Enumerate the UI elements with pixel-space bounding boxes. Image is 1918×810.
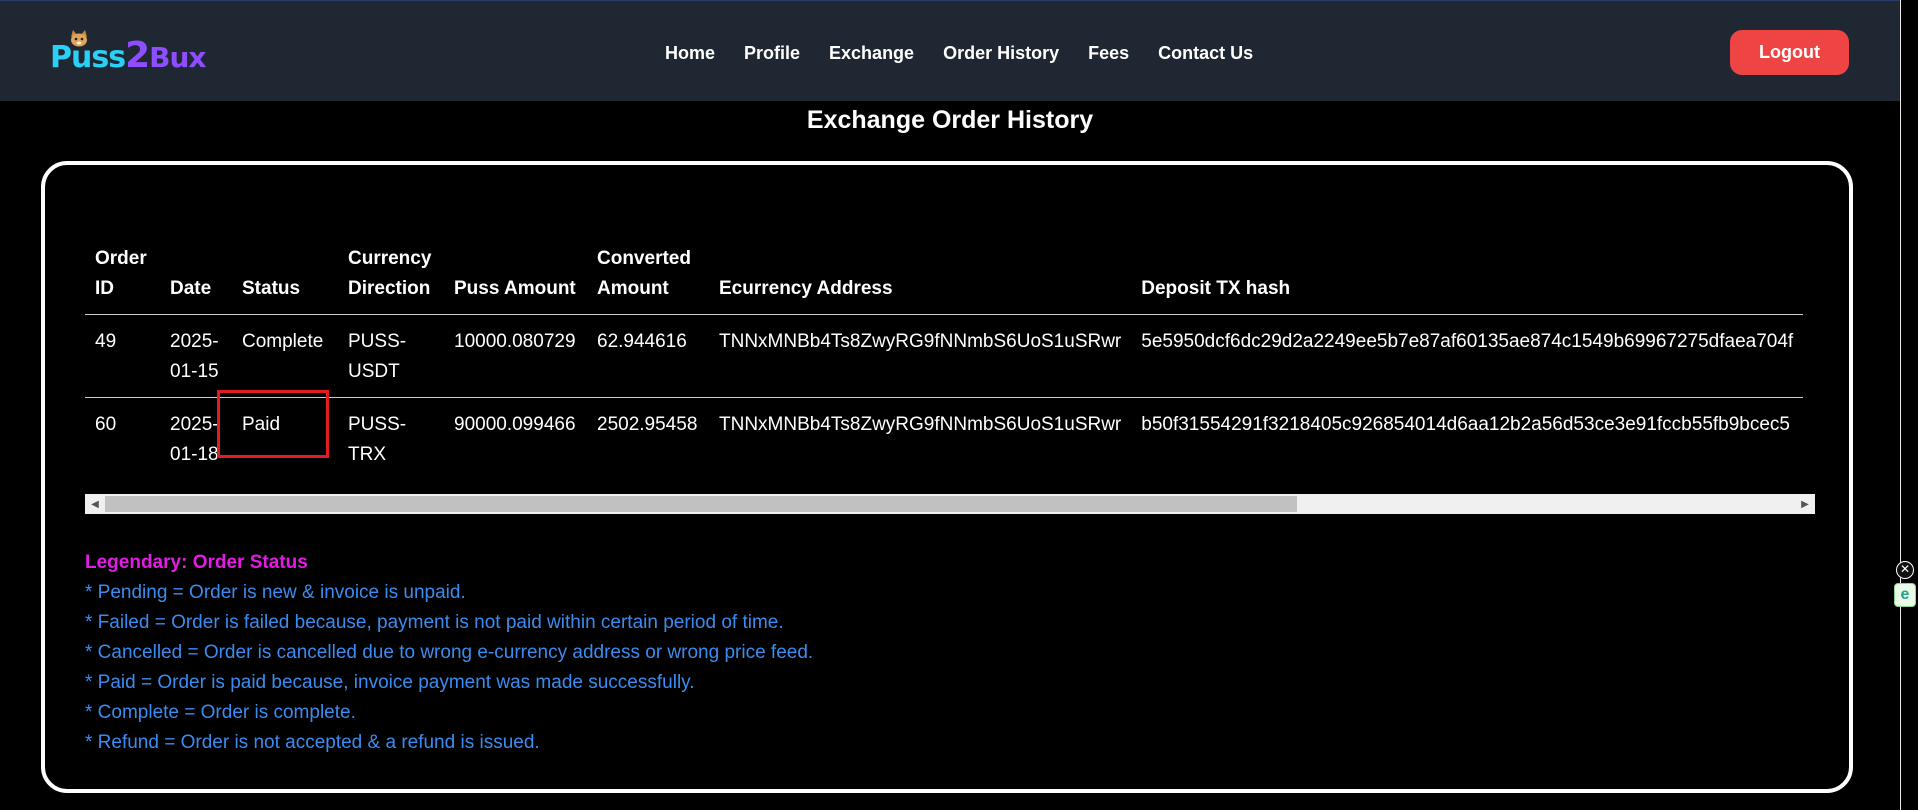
cell-puss-amount: 90000.099466 [444, 397, 587, 474]
order-history-table: Order ID Date Status Currency Direction … [85, 240, 1804, 474]
nav-link-fees[interactable]: Fees [1088, 43, 1129, 64]
header-ecurrency-address: Ecurrency Address [709, 240, 1132, 315]
side-widget: ✕ e [1890, 556, 1918, 612]
legend-item-complete: * Complete = Order is complete. [85, 702, 356, 723]
legend-item-failed: * Failed = Order is failed because, paym… [85, 612, 784, 633]
cell-ecurrency-address: TNNxMNBb4Ts8ZwyRG9fNNmbS6UoS1uSRwr [709, 397, 1132, 474]
cell-status: Paid [232, 397, 338, 474]
close-icon[interactable]: ✕ [1896, 561, 1914, 579]
order-table-container: Order ID Date Status Currency Direction … [85, 240, 1815, 474]
order-status-legend: Legendary: Order Status * Pending = Orde… [85, 548, 813, 758]
cell-converted-amount: 2502.95458 [587, 397, 709, 474]
navbar: Puss2Bux Home Profile Exchange Order His… [0, 0, 1900, 101]
table-row: 60 2025-01-18 Paid PUSS-TRX 90000.099466… [85, 397, 1804, 474]
header-deposit-tx-hash: Deposit TX hash [1131, 240, 1804, 315]
page-title: Exchange Order History [806, 106, 1094, 134]
header-order-id: Order ID [85, 240, 160, 315]
table-row: 49 2025-01-15 Complete PUSS-USDT 10000.0… [85, 314, 1804, 398]
nav-link-order-history[interactable]: Order History [943, 43, 1059, 64]
header-status: Status [232, 240, 338, 315]
cell-order-id: 49 [85, 314, 160, 398]
brand-wordmark-part2: 2 [125, 35, 150, 76]
scrollbar-thumb[interactable] [105, 496, 1297, 512]
header-date: Date [160, 240, 232, 315]
scroll-left-arrow-icon[interactable]: ◀ [85, 494, 105, 514]
nav-link-home[interactable]: Home [665, 43, 715, 64]
table-header-row: Order ID Date Status Currency Direction … [85, 240, 1804, 315]
brand-wordmark-part1: Puss [50, 40, 126, 75]
header-converted-amount: Converted Amount [587, 240, 709, 315]
legend-title: Legendary: Order Status [85, 552, 308, 573]
cell-date: 2025-01-15 [160, 314, 232, 398]
e-widget-icon[interactable]: e [1894, 583, 1916, 607]
cell-deposit-tx-hash: b50f31554291f3218405c926854014d6aa12b2a5… [1131, 397, 1804, 474]
cell-currency-direction: PUSS-TRX [338, 397, 444, 474]
header-currency-direction: Currency Direction [338, 240, 444, 315]
legend-item-cancelled: * Cancelled = Order is cancelled due to … [85, 642, 814, 663]
brand-logo[interactable]: Puss2Bux [50, 30, 206, 76]
legend-item-pending: * Pending = Order is new & invoice is un… [85, 582, 466, 603]
scroll-right-arrow-icon[interactable]: ▶ [1795, 494, 1815, 514]
logout-button[interactable]: Logout [1730, 30, 1849, 75]
brand-wordmark: Puss2Bux [50, 35, 206, 76]
legend-item-refund: * Refund = Order is not accepted & a ref… [85, 732, 540, 753]
header-puss-amount: Puss Amount [444, 240, 587, 315]
cell-deposit-tx-hash: 5e5950dcf6dc29d2a2249ee5b7e87af60135ae87… [1131, 314, 1804, 398]
cell-converted-amount: 62.944616 [587, 314, 709, 398]
legend-item-paid: * Paid = Order is paid because, invoice … [85, 672, 695, 693]
cell-status: Complete [232, 314, 338, 398]
cell-puss-amount: 10000.080729 [444, 314, 587, 398]
page-vertical-scrollbar[interactable] [1900, 0, 1918, 810]
cell-order-id: 60 [85, 397, 160, 474]
brand-wordmark-part3: Bux [149, 41, 206, 74]
cell-date: 2025-01-18 [160, 397, 232, 474]
table-horizontal-scrollbar[interactable]: ◀ ▶ [85, 494, 1815, 514]
nav-link-exchange[interactable]: Exchange [829, 43, 914, 64]
cell-currency-direction: PUSS-USDT [338, 314, 444, 398]
cell-ecurrency-address: TNNxMNBb4Ts8ZwyRG9fNNmbS6UoS1uSRwr [709, 314, 1132, 398]
nav-link-contact-us[interactable]: Contact Us [1158, 43, 1253, 64]
nav-link-profile[interactable]: Profile [744, 43, 800, 64]
nav-menu: Home Profile Exchange Order History Fees… [665, 43, 1282, 64]
